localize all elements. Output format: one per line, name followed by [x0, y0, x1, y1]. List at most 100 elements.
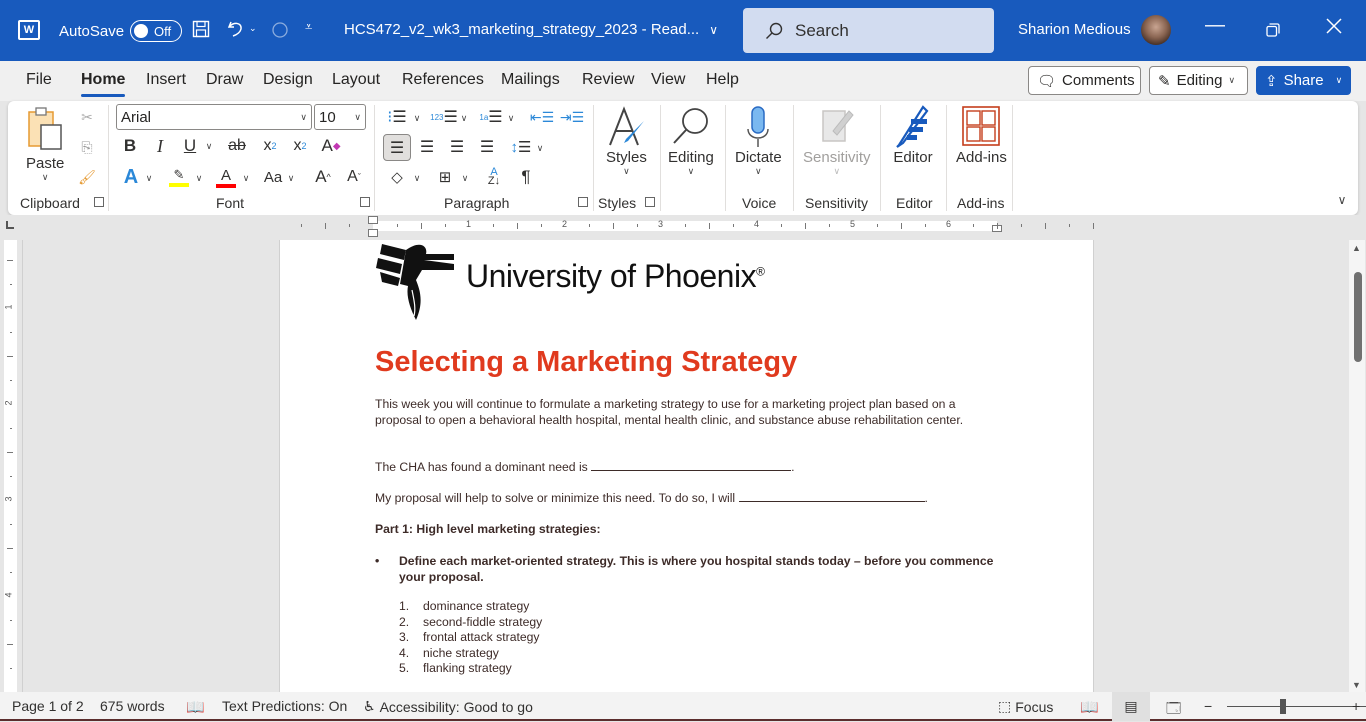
sensitivity-button[interactable]: Sensitivity ∨ [803, 105, 871, 177]
title-dropdown-icon[interactable]: ∨ [709, 23, 718, 37]
font-color-dropdown-icon[interactable]: ∨ [241, 173, 251, 184]
comments-button[interactable]: 🗨 Comments [1028, 66, 1141, 95]
change-case-dropdown-icon[interactable]: ∨ [286, 173, 296, 184]
align-right-icon[interactable]: ☰ [447, 137, 467, 157]
print-layout-icon[interactable]: ▤ [1112, 692, 1150, 721]
tab-help[interactable]: Help [706, 71, 739, 89]
font-name-select[interactable]: Arial ∨ [116, 104, 312, 130]
underline-dropdown-icon[interactable]: ∨ [204, 141, 214, 152]
editor-button[interactable]: Editor [893, 105, 933, 166]
show-formatting-marks-icon[interactable]: ¶ [516, 167, 536, 187]
proofing-icon[interactable]: 📖 [186, 698, 205, 716]
undo-icon[interactable]: ⌄ [226, 18, 257, 38]
customize-quick-access-icon[interactable]: ⩡ [305, 19, 312, 35]
autosave-toggle[interactable]: Off [130, 20, 183, 42]
paste-dropdown-icon[interactable]: ∨ [42, 172, 49, 183]
close-icon[interactable] [1326, 17, 1342, 40]
copy-icon[interactable]: ⎘ [78, 137, 96, 157]
text-effects-dropdown-icon[interactable]: ∨ [144, 173, 154, 184]
page-count[interactable]: Page 1 of 2 [12, 698, 84, 714]
underline-icon[interactable]: U [181, 136, 199, 156]
highlight-icon[interactable]: ✎ [168, 166, 190, 188]
tab-view[interactable]: View [651, 71, 685, 89]
multilevel-list-icon[interactable]: 1a ☰ [479, 107, 502, 127]
autosave-control[interactable]: AutoSave Off [59, 20, 183, 42]
justify-icon[interactable]: ☰ [477, 137, 497, 157]
numbering-icon[interactable]: 123 ☰ [430, 107, 458, 127]
borders-dropdown-icon[interactable]: ∨ [460, 173, 470, 184]
tab-mailings[interactable]: Mailings [501, 71, 560, 89]
user-name[interactable]: Sharion Medious [1018, 21, 1131, 38]
restore-icon[interactable] [1266, 20, 1280, 43]
first-line-indent-marker[interactable] [368, 216, 378, 224]
horizontal-ruler[interactable]: 1 2 3 4 5 6 [278, 216, 1094, 237]
font-size-select[interactable]: 10 ∨ [314, 104, 366, 130]
accessibility-status[interactable]: ♿ Accessibility: Good to go [363, 698, 533, 715]
shrink-font-icon[interactable]: Aˇ [344, 167, 364, 187]
strikethrough-icon[interactable]: ab [226, 136, 248, 156]
focus-button[interactable]: ⬚ Focus [998, 698, 1053, 715]
numbering-dropdown-icon[interactable]: ∨ [459, 113, 469, 124]
ribbon-collapse-icon[interactable]: ∨ [1336, 193, 1348, 207]
bullets-dropdown-icon[interactable]: ∨ [412, 113, 422, 124]
share-dropdown-icon[interactable]: ∨ [1336, 75, 1343, 86]
superscript-icon[interactable]: x2 [290, 136, 310, 156]
undo-dropdown-icon[interactable]: ⌄ [249, 23, 257, 34]
sort-icon[interactable]: A Z↓ [483, 167, 505, 187]
shading-dropdown-icon[interactable]: ∨ [412, 173, 422, 184]
read-mode-icon[interactable]: 📖 [1080, 698, 1099, 716]
zoom-slider-thumb[interactable] [1280, 699, 1286, 714]
vertical-ruler[interactable]: 1 2 3 4 [4, 240, 17, 693]
styles-button[interactable]: Styles ∨ [606, 105, 647, 177]
font-color-icon[interactable]: A [215, 166, 237, 188]
user-avatar[interactable] [1141, 15, 1171, 45]
highlight-dropdown-icon[interactable]: ∨ [194, 173, 204, 184]
document-page[interactable]: University of Phoenix® Selecting a Marke… [279, 240, 1094, 692]
redo-icon[interactable] [270, 19, 290, 39]
proposal-blank-field[interactable] [738, 490, 925, 502]
tab-review[interactable]: Review [582, 71, 634, 89]
add-ins-button[interactable]: Add-ins [956, 105, 1007, 166]
align-center-icon[interactable]: ☰ [417, 137, 437, 157]
minimize-icon[interactable]: — [1205, 14, 1225, 37]
editing-mode-button[interactable]: ✎ Editing ∨ [1149, 66, 1248, 95]
left-indent-marker[interactable] [368, 229, 378, 237]
clear-formatting-icon[interactable]: A ◆ [319, 136, 343, 156]
zoom-slider[interactable] [1227, 706, 1366, 707]
bullets-icon[interactable]: ⁝ ☰ [386, 107, 408, 127]
need-blank-field[interactable] [591, 459, 792, 471]
grow-font-icon[interactable]: A ^ [313, 167, 333, 187]
dictate-button[interactable]: Dictate ∨ [735, 105, 782, 177]
tab-insert[interactable]: Insert [146, 71, 186, 89]
line-spacing-dropdown-icon[interactable]: ∨ [535, 143, 545, 154]
multilevel-dropdown-icon[interactable]: ∨ [506, 113, 516, 124]
tab-selector-icon[interactable] [6, 221, 14, 229]
bold-icon[interactable]: B [121, 136, 139, 156]
borders-icon[interactable]: ⊞ [434, 167, 456, 187]
shading-icon[interactable]: ◇ [386, 167, 408, 187]
change-case-icon[interactable]: Aa [262, 167, 284, 187]
tab-design[interactable]: Design [263, 71, 313, 89]
save-icon[interactable] [192, 20, 210, 38]
editing-button[interactable]: Editing ∨ [668, 105, 714, 177]
decrease-indent-icon[interactable]: ⇤☰ [530, 107, 554, 127]
tab-references[interactable]: References [402, 71, 484, 89]
clipboard-launcher-icon[interactable] [94, 197, 104, 207]
paragraph-launcher-icon[interactable] [578, 197, 588, 207]
italic-icon[interactable]: I [151, 136, 169, 156]
align-left-icon[interactable]: ☰ [383, 134, 411, 161]
tab-layout[interactable]: Layout [332, 71, 380, 89]
zoom-out-icon[interactable]: − [1204, 698, 1212, 714]
zoom-in-icon[interactable]: + [1352, 698, 1360, 714]
word-count[interactable]: 675 words [100, 698, 165, 714]
search-box[interactable]: Search [743, 8, 994, 53]
web-layout-icon[interactable]: 🗔 [1166, 698, 1181, 722]
paste-button[interactable]: Paste ∨ [26, 107, 64, 183]
subscript-icon[interactable]: x2 [260, 136, 280, 156]
text-predictions-status[interactable]: Text Predictions: On [222, 698, 347, 714]
styles-launcher-icon[interactable] [645, 197, 655, 207]
font-launcher-icon[interactable] [360, 197, 370, 207]
vertical-scrollbar[interactable]: ▲ ▼ [1349, 240, 1365, 692]
increase-indent-icon[interactable]: ⇥☰ [560, 107, 584, 127]
scrollbar-thumb[interactable] [1354, 272, 1362, 362]
